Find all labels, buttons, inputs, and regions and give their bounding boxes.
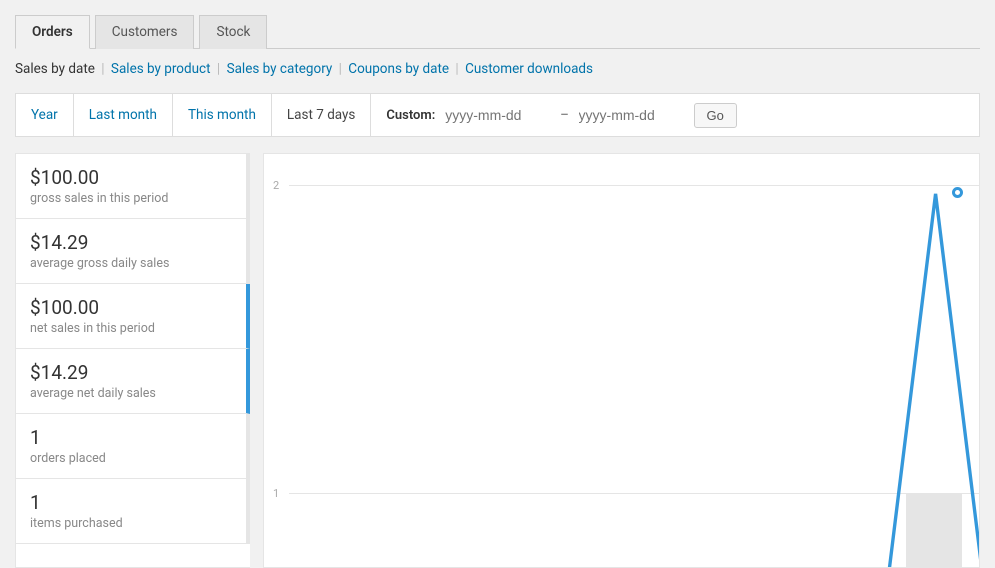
period-last-month[interactable]: Last month xyxy=(74,94,173,136)
chart-data-point-icon xyxy=(952,187,963,198)
tab-stock[interactable]: Stock xyxy=(199,15,267,49)
sublink-sales-by-category[interactable]: Sales by category xyxy=(227,61,333,77)
tab-orders[interactable]: Orders xyxy=(15,15,90,49)
separator: | xyxy=(339,61,342,77)
custom-date-range: Custom: – Go xyxy=(371,94,979,136)
stats-sidebar: $100.00 gross sales in this period $14.2… xyxy=(15,153,250,568)
stat-value: $14.29 xyxy=(30,361,232,384)
y-tick: 1 xyxy=(273,487,279,500)
sales-chart: 2 1 xyxy=(263,153,980,568)
stat-orders-placed[interactable]: 1 orders placed xyxy=(16,414,250,479)
separator: | xyxy=(217,61,220,77)
stat-value: $100.00 xyxy=(30,296,232,319)
stat-label: items purchased xyxy=(30,516,232,531)
custom-label: Custom: xyxy=(386,108,435,123)
y-tick: 2 xyxy=(273,179,279,192)
separator: | xyxy=(455,61,458,77)
sublink-coupons-by-date[interactable]: Coupons by date xyxy=(348,61,449,77)
stat-label: net sales in this period xyxy=(30,321,232,336)
stat-avg-net-daily[interactable]: $14.29 average net daily sales xyxy=(16,349,250,414)
sublink-customer-downloads[interactable]: Customer downloads xyxy=(465,61,593,77)
stat-label: average gross daily sales xyxy=(30,256,232,271)
stat-label: average net daily sales xyxy=(30,386,232,401)
tab-customers[interactable]: Customers xyxy=(95,15,195,49)
sublink-sales-by-product[interactable]: Sales by product xyxy=(111,61,211,77)
date-to-input[interactable] xyxy=(579,107,684,123)
stat-label: orders placed xyxy=(30,451,232,466)
chart-line-svg xyxy=(289,154,979,567)
period-last-7-days[interactable]: Last 7 days xyxy=(272,94,372,136)
stat-value: 1 xyxy=(30,491,232,514)
stat-net-sales[interactable]: $100.00 net sales in this period xyxy=(16,284,250,349)
stat-value: $14.29 xyxy=(30,231,232,254)
go-button[interactable]: Go xyxy=(694,103,737,128)
period-this-month[interactable]: This month xyxy=(173,94,272,136)
stat-items-purchased[interactable]: 1 items purchased xyxy=(16,479,250,544)
top-tab-bar: Orders Customers Stock xyxy=(15,15,980,49)
period-selector-row: Year Last month This month Last 7 days C… xyxy=(15,93,980,137)
stat-value: 1 xyxy=(30,426,232,449)
date-separator: – xyxy=(560,108,568,123)
report-sublinks: Sales by date | Sales by product | Sales… xyxy=(15,61,980,77)
stat-label: gross sales in this period xyxy=(30,191,232,206)
sublink-current: Sales by date xyxy=(15,61,95,77)
period-year[interactable]: Year xyxy=(16,94,74,136)
date-from-input[interactable] xyxy=(445,107,550,123)
separator: | xyxy=(101,61,104,77)
stat-gross-sales[interactable]: $100.00 gross sales in this period xyxy=(16,154,250,219)
stat-value: $100.00 xyxy=(30,166,232,189)
stat-avg-gross-daily[interactable]: $14.29 average gross daily sales xyxy=(16,219,250,284)
